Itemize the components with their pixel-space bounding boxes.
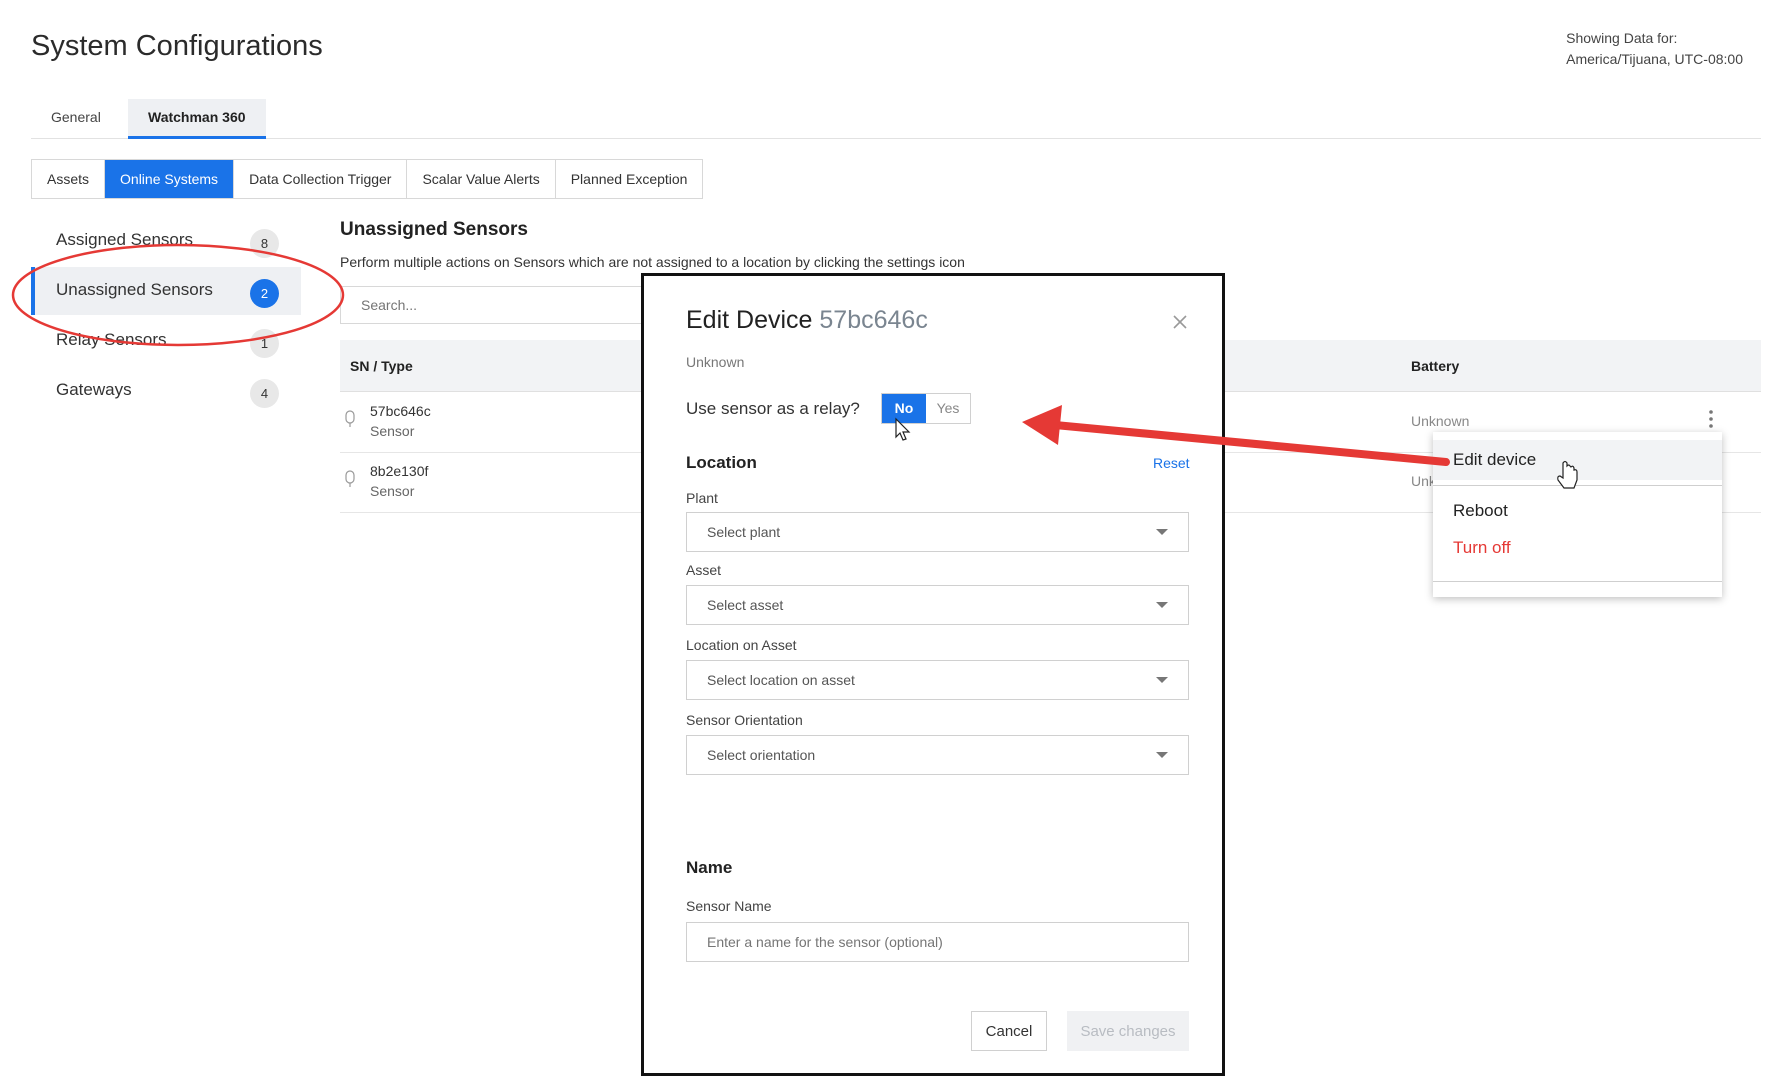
- modal-device-id: 57bc646c: [819, 306, 928, 334]
- relay-toggle: No Yes: [881, 393, 971, 424]
- relay-toggle-no[interactable]: No: [882, 394, 926, 423]
- orientation-select-value: Select orientation: [707, 747, 816, 763]
- reset-link[interactable]: Reset: [1153, 455, 1190, 471]
- sidebar-item-count: 1: [250, 329, 279, 358]
- device-status: Unknown: [686, 354, 745, 370]
- sensor-type: Sensor: [370, 483, 415, 499]
- sensor-device-icon: [345, 410, 355, 427]
- asset-label: Asset: [686, 562, 722, 578]
- subtab-scalar-value-alerts[interactable]: Scalar Value Alerts: [407, 160, 556, 198]
- sidebar-item-label: Assigned Sensors: [56, 230, 194, 249]
- orientation-select[interactable]: Select orientation: [686, 735, 1189, 775]
- sidebar-item-unassigned-sensors[interactable]: Unassigned Sensors 2: [31, 267, 301, 315]
- subtab-assets[interactable]: Assets: [32, 160, 106, 198]
- section-title: Unassigned Sensors: [340, 219, 528, 240]
- modal-title-text: Edit Device: [686, 306, 813, 334]
- sensor-battery: Unknown: [1411, 413, 1470, 429]
- chevron-down-icon: [1156, 752, 1168, 758]
- sidebar-item-gateways[interactable]: Gateways 4: [31, 367, 301, 415]
- device-actions-menu: Edit device Reboot Turn off: [1433, 432, 1722, 597]
- menu-item-reboot[interactable]: Reboot: [1433, 496, 1722, 526]
- chevron-down-icon: [1156, 529, 1168, 535]
- sensor-serial: 8b2e130f: [370, 463, 429, 479]
- location-select-value: Select location on asset: [707, 672, 855, 688]
- save-changes-button[interactable]: Save changes: [1067, 1011, 1189, 1051]
- plant-select-value: Select plant: [707, 524, 781, 540]
- sensor-type: Sensor: [370, 423, 415, 439]
- sidebar-item-label: Relay Sensors: [56, 330, 167, 349]
- relay-question: Use sensor as a relay?: [686, 399, 860, 418]
- page-title: System Configurations: [31, 30, 323, 62]
- more-options-icon[interactable]: [1706, 407, 1716, 431]
- location-heading: Location: [686, 453, 757, 472]
- subtab-data-collection-trigger[interactable]: Data Collection Trigger: [234, 160, 408, 198]
- relay-toggle-yes[interactable]: Yes: [926, 394, 970, 423]
- modal-title: Edit Device 57bc646c: [686, 306, 928, 335]
- column-header-sn-type: SN / Type: [350, 358, 413, 374]
- edit-device-modal: Edit Device 57bc646c Unknown Use sensor …: [641, 273, 1225, 1076]
- sensor-device-icon: [345, 470, 355, 487]
- search-input[interactable]: [340, 286, 670, 324]
- sidebar-item-relay-sensors[interactable]: Relay Sensors 1: [31, 317, 301, 365]
- sensor-serial: 57bc646c: [370, 403, 431, 419]
- close-icon[interactable]: [1171, 313, 1189, 331]
- asset-select-value: Select asset: [707, 597, 784, 613]
- menu-item-turn-off[interactable]: Turn off: [1433, 533, 1722, 563]
- orientation-label: Sensor Orientation: [686, 712, 803, 728]
- sidebar-item-label: Gateways: [56, 380, 132, 399]
- plant-select[interactable]: Select plant: [686, 512, 1189, 552]
- sidebar-item-label: Unassigned Sensors: [56, 280, 213, 299]
- timezone-info: Showing Data for: America/Tijuana, UTC-0…: [1566, 28, 1743, 70]
- chevron-down-icon: [1156, 602, 1168, 608]
- sidebar-item-count: 4: [250, 379, 279, 408]
- sidebar-item-count: 8: [250, 229, 279, 258]
- cancel-button[interactable]: Cancel: [971, 1011, 1047, 1051]
- name-heading: Name: [686, 858, 733, 877]
- timezone-label: Showing Data for:: [1566, 30, 1678, 46]
- column-header-battery: Battery: [1411, 358, 1460, 374]
- sub-tabs: Assets Online Systems Data Collection Tr…: [31, 159, 704, 199]
- section-description: Perform multiple actions on Sensors whic…: [340, 254, 965, 270]
- menu-item-edit-device[interactable]: Edit device: [1433, 440, 1722, 480]
- main-tabs: General Watchman 360: [31, 99, 1761, 139]
- plant-label: Plant: [686, 490, 718, 506]
- menu-divider: [1433, 581, 1722, 582]
- sidebar-item-count: 2: [250, 279, 279, 308]
- menu-divider: [1433, 485, 1722, 486]
- tab-watchman-360[interactable]: Watchman 360: [128, 99, 266, 139]
- subtab-planned-exception[interactable]: Planned Exception: [556, 160, 703, 198]
- sidebar-item-assigned-sensors[interactable]: Assigned Sensors 8: [31, 217, 301, 265]
- timezone-value: America/Tijuana, UTC-08:00: [1566, 51, 1743, 67]
- location-on-asset-label: Location on Asset: [686, 637, 797, 653]
- subtab-online-systems[interactable]: Online Systems: [105, 160, 235, 198]
- tab-general[interactable]: General: [31, 99, 121, 139]
- chevron-down-icon: [1156, 677, 1168, 683]
- location-on-asset-select[interactable]: Select location on asset: [686, 660, 1189, 700]
- sensor-name-label: Sensor Name: [686, 898, 772, 914]
- sensor-name-input[interactable]: [686, 922, 1189, 962]
- asset-select[interactable]: Select asset: [686, 585, 1189, 625]
